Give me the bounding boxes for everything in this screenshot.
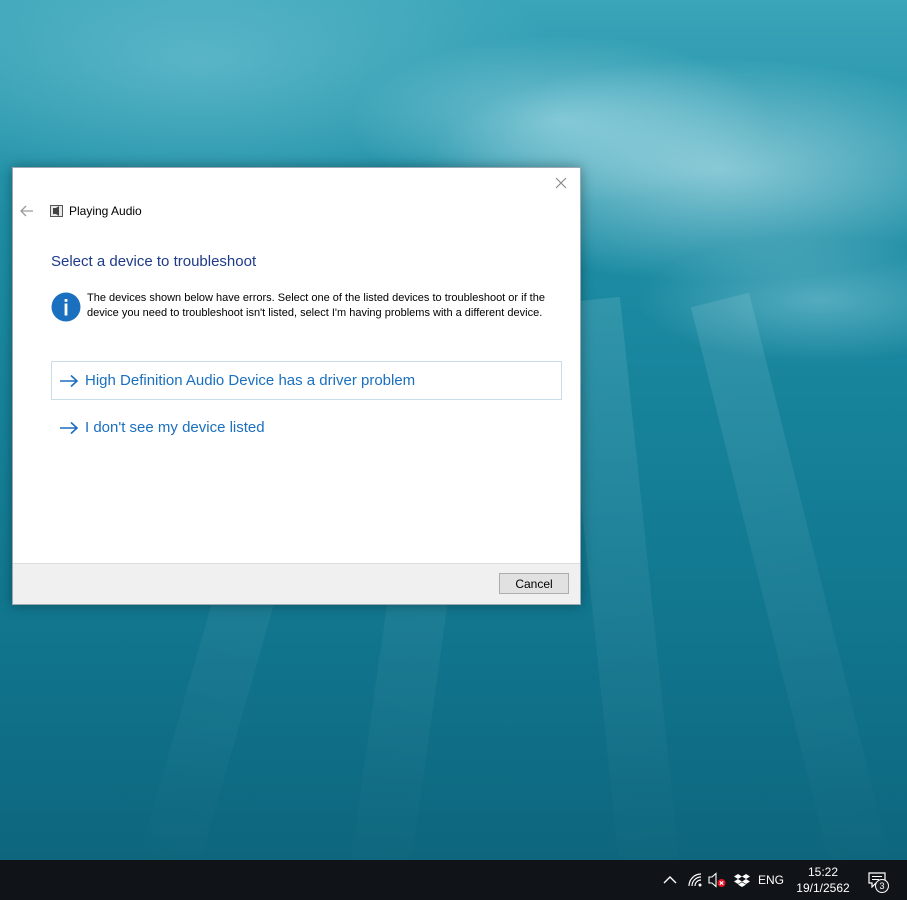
close-button[interactable] bbox=[548, 172, 574, 194]
chevron-up-icon bbox=[663, 876, 677, 884]
dialog-title: Playing Audio bbox=[69, 204, 142, 218]
show-hidden-icons-button[interactable] bbox=[660, 860, 680, 900]
close-icon bbox=[555, 177, 567, 189]
volume-muted-icon bbox=[708, 872, 726, 888]
back-button[interactable] bbox=[19, 203, 35, 219]
option-driver-problem[interactable]: High Definition Audio Device has a drive… bbox=[51, 361, 562, 400]
notification-count-badge: 3 bbox=[875, 879, 889, 893]
clock-date: 19/1/2562 bbox=[796, 881, 850, 895]
troubleshooter-dialog: Playing Audio Select a device to trouble… bbox=[12, 167, 581, 605]
cancel-button[interactable]: Cancel bbox=[499, 573, 569, 594]
clock-time: 15:22 bbox=[807, 865, 839, 879]
speaker-icon bbox=[50, 205, 63, 217]
back-arrow-icon bbox=[20, 205, 33, 217]
dropbox-icon bbox=[734, 874, 750, 887]
option-label: High Definition Audio Device has a drive… bbox=[85, 372, 416, 389]
wifi-icon bbox=[688, 873, 702, 887]
option-device-not-listed[interactable]: I don't see my device listed bbox=[51, 408, 562, 447]
page-heading: Select a device to troubleshoot bbox=[51, 253, 257, 270]
arrow-right-icon bbox=[60, 421, 79, 434]
dialog-footer: Cancel bbox=[13, 563, 580, 604]
dropbox-button[interactable] bbox=[732, 860, 752, 900]
volume-button[interactable] bbox=[706, 860, 728, 900]
taskbar: ENG 15:22 19/1/2562 bbox=[0, 860, 907, 900]
info-message: The devices shown below have errors. Sel… bbox=[87, 292, 545, 319]
info-icon bbox=[51, 292, 81, 322]
input-language-button[interactable]: ENG bbox=[756, 860, 786, 900]
clock-button[interactable]: 15:22 19/1/2562 bbox=[790, 860, 856, 900]
arrow-right-icon bbox=[60, 374, 79, 387]
option-label: I don't see my device listed bbox=[85, 419, 265, 436]
network-button[interactable] bbox=[686, 860, 706, 900]
